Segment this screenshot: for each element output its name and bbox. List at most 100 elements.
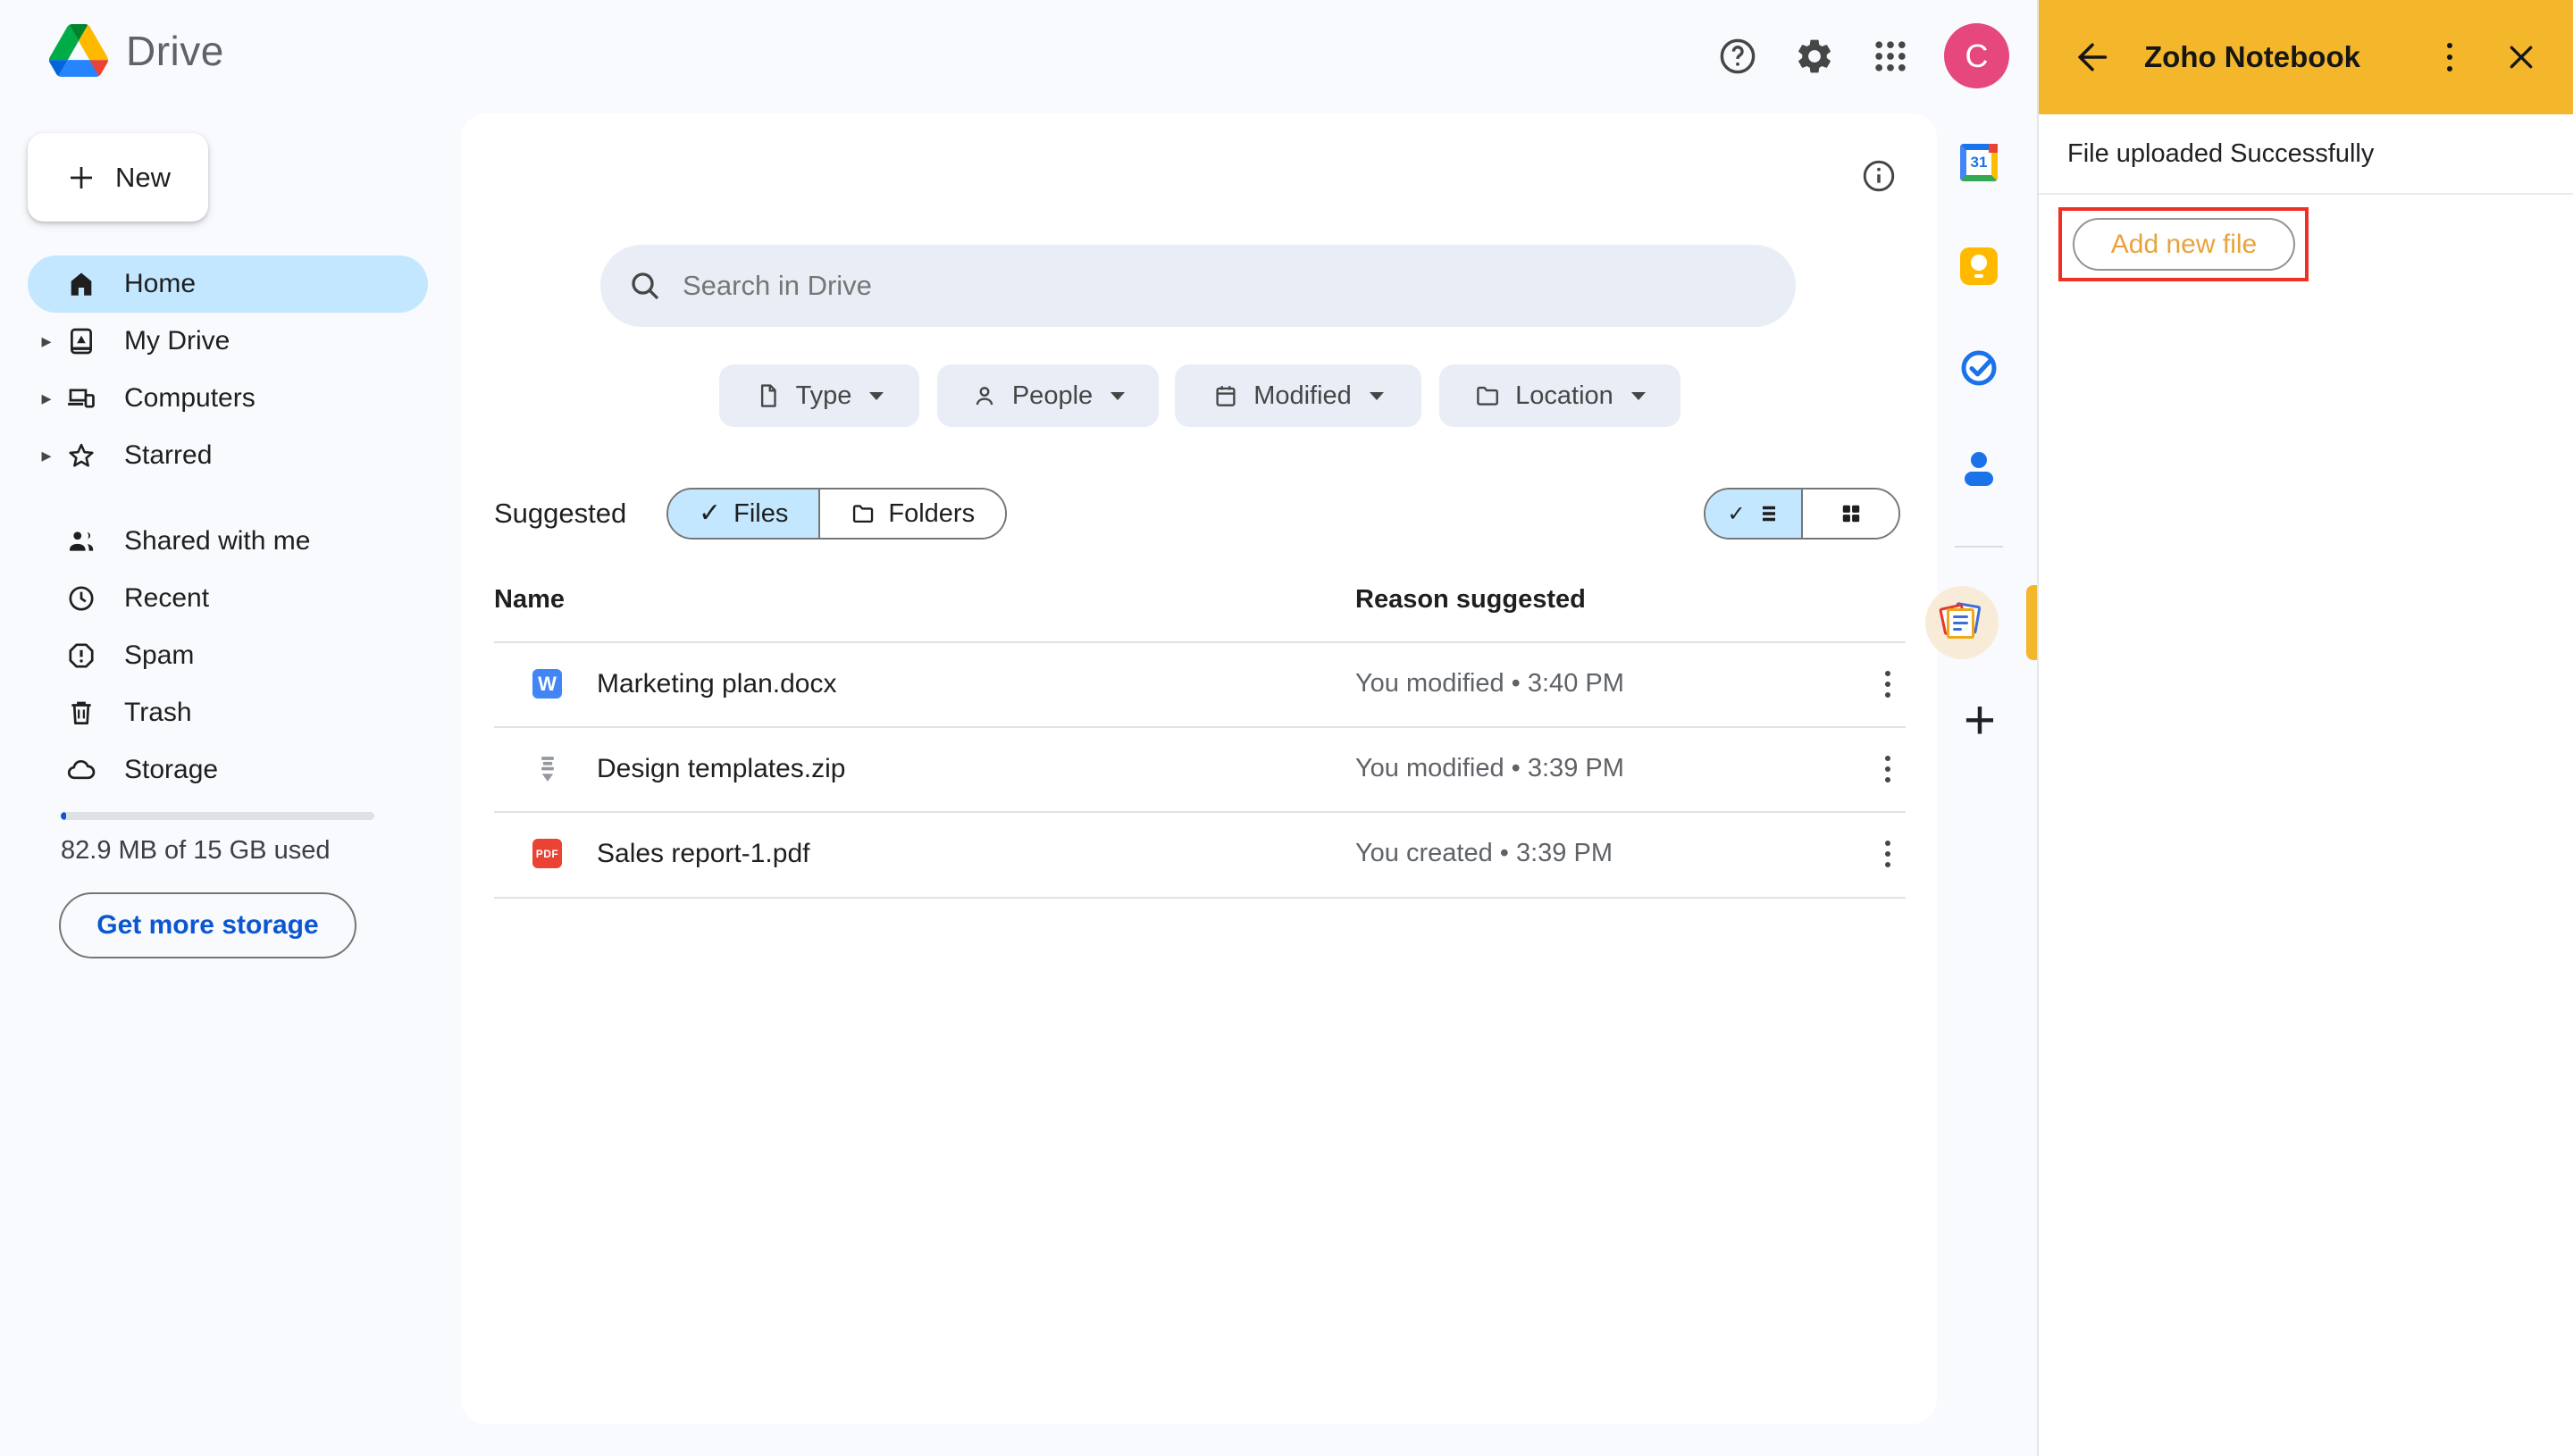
row-menu-button[interactable] bbox=[1870, 833, 1906, 875]
main-content-card: Welcome to Drive Type Peopl bbox=[461, 113, 1937, 1424]
plus-icon bbox=[65, 162, 97, 194]
filter-chip-modified[interactable]: Modified bbox=[1175, 364, 1421, 427]
table-row-marketing-plan[interactable]: W Marketing plan.docx You modified • 3:4… bbox=[494, 641, 1906, 726]
drive-logo-icon bbox=[49, 24, 108, 77]
settings-button[interactable] bbox=[1793, 35, 1836, 78]
sidebar-item-label: My Drive bbox=[124, 326, 230, 356]
sidebar-item-starred[interactable]: ▸ Starred bbox=[28, 427, 428, 484]
sidebar-item-shared-with-me[interactable]: Shared with me bbox=[28, 513, 428, 570]
folder-icon bbox=[1474, 382, 1501, 409]
app-title: Drive bbox=[126, 27, 224, 75]
calendar-icon bbox=[1212, 382, 1239, 409]
zoho-notebook-panel: Zoho Notebook File uploaded Successfully… bbox=[2037, 0, 2573, 1456]
filter-chip-label: Modified bbox=[1253, 381, 1352, 411]
keep-app-icon[interactable] bbox=[1960, 247, 1998, 285]
sidebar-item-label: Home bbox=[124, 269, 196, 299]
files-toggle-label: Files bbox=[733, 499, 788, 529]
help-button[interactable] bbox=[1716, 35, 1759, 78]
people-icon bbox=[65, 525, 97, 557]
sidebar-item-computers[interactable]: ▸ Computers bbox=[28, 370, 428, 427]
account-avatar[interactable]: C bbox=[1944, 23, 2009, 88]
sidebar-item-label: Starred bbox=[124, 440, 212, 471]
storage-usage-text: 82.9 MB of 15 GB used bbox=[61, 836, 330, 866]
filter-chip-people[interactable]: People bbox=[937, 364, 1159, 427]
chevron-down-icon bbox=[1631, 392, 1646, 400]
add-app-button[interactable]: + bbox=[1953, 691, 2007, 749]
sidebar-item-recent[interactable]: Recent bbox=[28, 570, 428, 627]
search-input[interactable] bbox=[683, 270, 1769, 302]
tasks-app-icon[interactable] bbox=[1959, 348, 1999, 388]
close-icon bbox=[2504, 40, 2538, 74]
row-menu-button[interactable] bbox=[1870, 748, 1906, 791]
sidebar-item-spam[interactable]: Spam bbox=[28, 627, 428, 684]
get-more-storage-button[interactable]: Get more storage bbox=[59, 892, 356, 958]
gear-icon bbox=[1794, 36, 1835, 77]
rail-divider bbox=[1955, 546, 2003, 548]
expand-caret-icon[interactable]: ▸ bbox=[28, 388, 65, 410]
person-icon bbox=[971, 382, 998, 409]
upload-status-text: File uploaded Successfully bbox=[2039, 114, 2573, 195]
column-header-reason: Reason suggested bbox=[1355, 585, 1586, 615]
chevron-down-icon bbox=[1370, 392, 1384, 400]
spam-icon bbox=[65, 640, 97, 672]
info-icon bbox=[1860, 157, 1898, 195]
row-menu-button[interactable] bbox=[1870, 663, 1906, 706]
storage-progress-bar bbox=[61, 812, 374, 820]
back-button[interactable] bbox=[2071, 36, 2114, 79]
panel-close-button[interactable] bbox=[2500, 36, 2543, 79]
apps-grid-button[interactable] bbox=[1869, 35, 1912, 78]
drive-logo[interactable]: Drive bbox=[49, 24, 224, 77]
files-toggle[interactable]: ✓ Files bbox=[668, 490, 818, 538]
sidebar-item-label: Shared with me bbox=[124, 526, 310, 556]
view-toggle: ✓ bbox=[1704, 488, 1900, 540]
table-row-sales-report[interactable]: PDF Sales report-1.pdf You created • 3:3… bbox=[494, 811, 1906, 896]
panel-menu-button[interactable] bbox=[2428, 36, 2471, 79]
expand-caret-icon[interactable]: ▸ bbox=[28, 445, 65, 467]
zoho-notebook-icon bbox=[1940, 600, 1984, 645]
star-icon bbox=[65, 439, 97, 472]
search-bar[interactable] bbox=[600, 245, 1796, 327]
check-icon: ✓ bbox=[699, 500, 721, 527]
clock-icon bbox=[65, 582, 97, 615]
suggested-label: Suggested bbox=[494, 488, 626, 540]
expand-caret-icon[interactable]: ▸ bbox=[28, 331, 65, 353]
cloud-icon bbox=[65, 754, 97, 786]
folders-toggle[interactable]: Folders bbox=[818, 490, 1005, 538]
trash-icon bbox=[65, 697, 97, 729]
sidebar-item-label: Computers bbox=[124, 383, 256, 414]
table-row-design-templates[interactable]: Design templates.zip You modified • 3:39… bbox=[494, 726, 1906, 811]
zoho-notebook-app-icon[interactable] bbox=[1925, 586, 1999, 659]
chevron-down-icon bbox=[1110, 392, 1125, 400]
filter-chip-location[interactable]: Location bbox=[1439, 364, 1680, 427]
sidebar-item-label: Spam bbox=[124, 640, 194, 671]
file-icon bbox=[755, 382, 782, 409]
contacts-app-icon[interactable] bbox=[1959, 449, 1999, 489]
file-reason: You created • 3:39 PM bbox=[1355, 811, 1613, 896]
pdf-file-icon: PDF bbox=[532, 839, 562, 868]
panel-title: Zoho Notebook bbox=[2144, 40, 2360, 74]
filter-chip-label: People bbox=[1012, 381, 1093, 411]
sidebar-item-trash[interactable]: Trash bbox=[28, 684, 428, 741]
grid-view-button[interactable] bbox=[1801, 490, 1898, 538]
folder-icon bbox=[851, 501, 876, 526]
file-name: Marketing plan.docx bbox=[597, 641, 836, 726]
folders-toggle-label: Folders bbox=[888, 499, 975, 529]
check-icon: ✓ bbox=[1727, 503, 1745, 524]
search-icon bbox=[627, 268, 663, 304]
sidebar-item-storage[interactable]: Storage bbox=[28, 741, 428, 799]
help-icon bbox=[1717, 36, 1758, 77]
list-view-icon bbox=[1758, 503, 1780, 524]
sidebar-item-home[interactable]: Home bbox=[28, 255, 428, 313]
calendar-app-icon[interactable]: 31 bbox=[1960, 144, 1998, 181]
table-divider bbox=[494, 897, 1906, 899]
computers-icon bbox=[65, 382, 97, 414]
sidebar-item-my-drive[interactable]: ▸ My Drive bbox=[28, 313, 428, 370]
new-button[interactable]: New bbox=[28, 133, 208, 222]
list-view-button[interactable]: ✓ bbox=[1706, 490, 1801, 538]
files-folders-toggle: ✓ Files Folders bbox=[666, 488, 1007, 540]
filter-chip-type[interactable]: Type bbox=[719, 364, 919, 427]
drive-app: { "colors": { "bg": "#F8FAFD", "selected… bbox=[0, 0, 2573, 1456]
info-button[interactable] bbox=[1859, 156, 1898, 196]
file-name: Design templates.zip bbox=[597, 726, 845, 811]
add-new-file-button[interactable]: Add new file bbox=[2073, 218, 2295, 271]
